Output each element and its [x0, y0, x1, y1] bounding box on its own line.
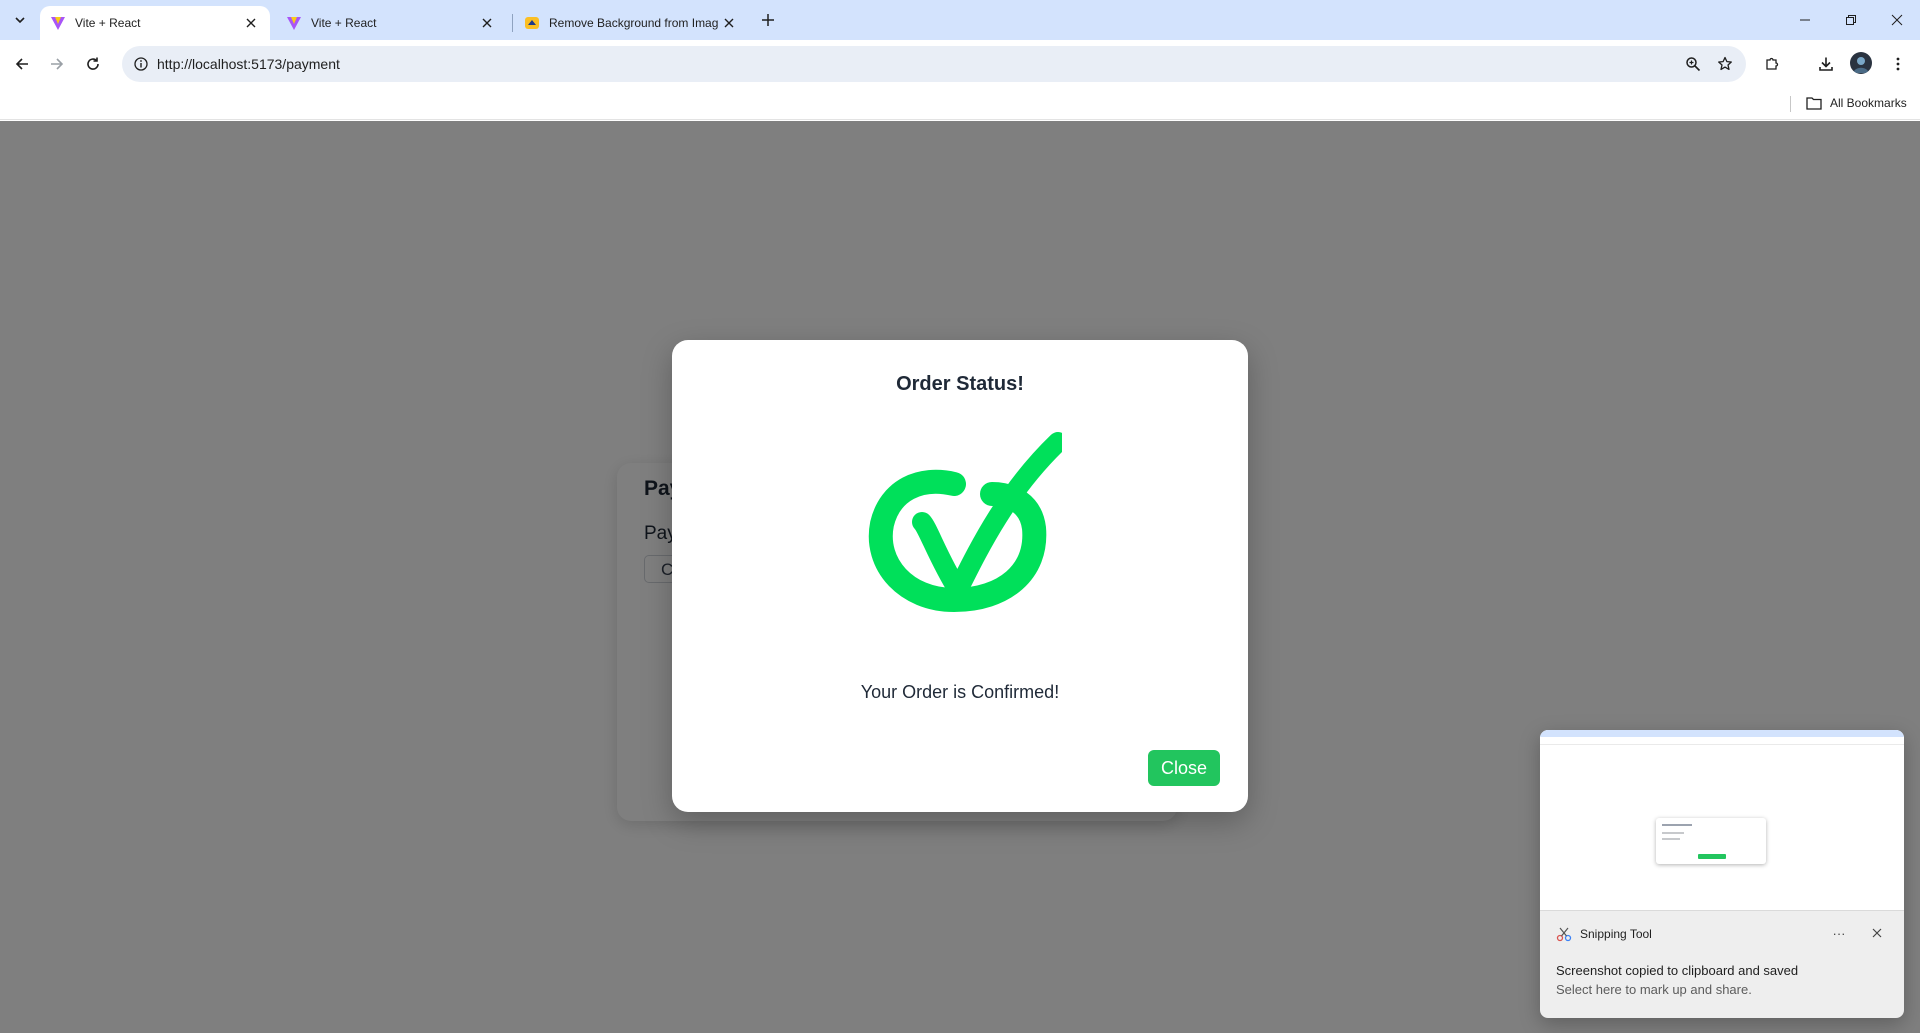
- all-bookmarks-button[interactable]: All Bookmarks: [1806, 96, 1907, 110]
- thumbnail-card: [1656, 818, 1766, 864]
- info-icon[interactable]: [130, 53, 152, 75]
- forward-button[interactable]: [43, 50, 71, 78]
- folder-icon: [1806, 96, 1822, 110]
- order-confirmed-message: Your Order is Confirmed!: [860, 682, 1060, 702]
- restore-button[interactable]: [1828, 0, 1874, 40]
- tab-vite-react-2[interactable]: Vite + React: [276, 6, 506, 40]
- all-bookmarks-label: All Bookmarks: [1830, 96, 1907, 110]
- more-vertical-icon: [1896, 57, 1900, 71]
- snipping-tool-notification[interactable]: Snipping Tool ··· Screenshot copied to c…: [1540, 730, 1904, 1018]
- arrow-left-icon: [15, 58, 28, 70]
- modal-title: Order Status!: [896, 373, 1024, 395]
- screenshot-thumbnail[interactable]: [1540, 730, 1904, 911]
- window-close-button[interactable]: [1874, 0, 1920, 40]
- tab-close-icon[interactable]: [720, 14, 738, 32]
- reload-icon: [87, 57, 99, 70]
- tab-title: Vite + React: [311, 16, 377, 30]
- notification-message: Screenshot copied to clipboard and saved: [1556, 963, 1799, 978]
- address-bar[interactable]: http://localhost:5173/payment: [122, 46, 1746, 82]
- thumbnail-tabstrip: [1540, 730, 1904, 737]
- thumbnail-line: [1662, 832, 1684, 834]
- browser-toolbar: http://localhost:5173/payment: [0, 40, 1920, 88]
- thumbnail-line: [1662, 838, 1680, 840]
- tab-close-icon[interactable]: [242, 14, 260, 32]
- minimize-button[interactable]: [1782, 0, 1828, 40]
- tab-search-button[interactable]: [6, 8, 34, 32]
- notification-app-name: Snipping Tool: [1580, 927, 1652, 941]
- remove-bg-icon: [525, 17, 539, 29]
- arrow-right-icon: [51, 58, 64, 70]
- notification-hint: Select here to mark up and share.: [1556, 982, 1752, 997]
- tab-close-icon[interactable]: [478, 14, 496, 32]
- chevron-down-icon: [15, 17, 25, 24]
- restore-icon: [1846, 15, 1856, 25]
- bookmark-star-icon[interactable]: [1714, 53, 1736, 75]
- vite-logo-icon: [287, 17, 301, 30]
- zoom-icon[interactable]: [1682, 53, 1704, 75]
- new-tab-button[interactable]: [756, 8, 780, 32]
- tab-title: Vite + React: [75, 16, 141, 30]
- reload-button[interactable]: [79, 50, 107, 78]
- extensions-button[interactable]: [1758, 50, 1786, 78]
- vite-logo-icon: [51, 17, 65, 30]
- puzzle-icon: [1766, 57, 1779, 70]
- download-icon: [1819, 57, 1833, 71]
- close-icon: [1872, 928, 1882, 938]
- notification-header: Snipping Tool: [1556, 926, 1652, 942]
- downloads-button[interactable]: [1812, 50, 1840, 78]
- notification-close-button[interactable]: [1866, 922, 1888, 944]
- minimize-icon: [1800, 19, 1810, 21]
- check-circle-icon: [868, 432, 1062, 613]
- close-icon: [1891, 14, 1903, 26]
- tab-remove-background[interactable]: Remove Background from Imag: [514, 6, 748, 40]
- close-button[interactable]: Close: [1148, 750, 1220, 786]
- browser-menu-button[interactable]: [1884, 50, 1912, 78]
- url-text[interactable]: http://localhost:5173/payment: [157, 56, 340, 72]
- tab-title: Remove Background from Imag: [549, 16, 719, 30]
- bookmarks-separator: [1790, 96, 1791, 112]
- notification-more-button[interactable]: ···: [1828, 922, 1850, 944]
- thumbnail-toolbar: [1540, 737, 1904, 745]
- back-button[interactable]: [8, 50, 36, 78]
- bookmarks-bar: All Bookmarks: [0, 88, 1920, 120]
- order-status-modal: Order Status! Your Order is Confirmed! C…: [672, 340, 1248, 812]
- thumbnail-button: [1698, 854, 1726, 859]
- thumbnail-line: [1662, 824, 1692, 826]
- tab-strip: Vite + React Vite + React Remove Backgro…: [0, 0, 1920, 40]
- tab-vite-react-1[interactable]: Vite + React: [40, 6, 270, 40]
- plus-icon: [762, 14, 774, 26]
- snipping-tool-icon: [1556, 926, 1572, 942]
- tab-separator: [512, 14, 513, 32]
- profile-avatar[interactable]: [1850, 52, 1872, 74]
